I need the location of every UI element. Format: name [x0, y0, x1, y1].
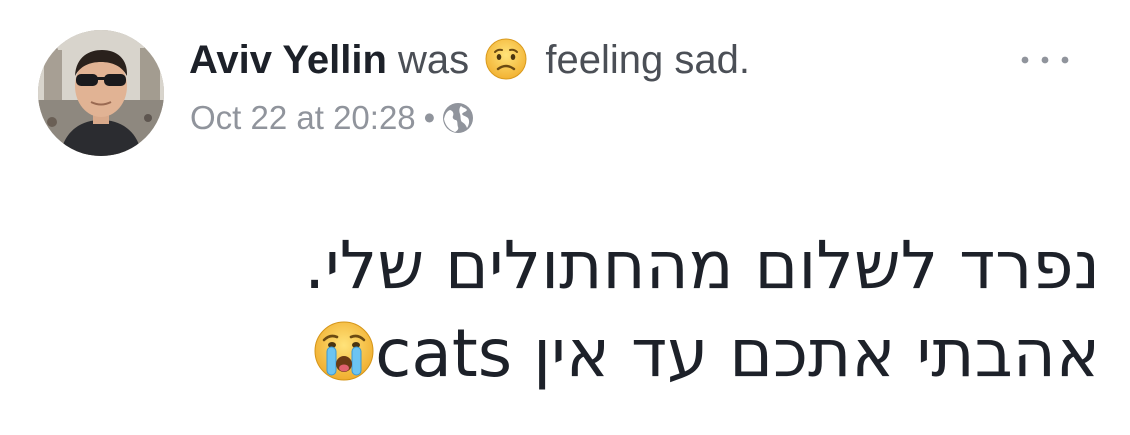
post-text-line-1: נפרד לשלום מהחתולים שלי.	[304, 227, 1100, 304]
more-options-button[interactable]	[1010, 44, 1080, 76]
post-text-line-2: אהבתי אתכם עד אין cats	[200, 310, 1100, 398]
activity-prefix: was	[398, 38, 470, 82]
post-timestamp[interactable]: Oct 22 at 20:28	[190, 99, 416, 136]
post-text-line-2-text: אהבתי אתכם עד אין cats	[375, 315, 1100, 392]
globe-icon[interactable]	[441, 101, 475, 135]
avatar-photo	[38, 30, 164, 156]
meta-separator: •	[423, 99, 436, 136]
post-body: נפרד לשלום מהחתולים שלי. אהבתי אתכם עד א…	[200, 222, 1100, 398]
author-name[interactable]: Aviv Yellin	[189, 38, 387, 82]
sad-face-emoji-icon	[484, 37, 528, 81]
avatar[interactable]	[38, 30, 164, 156]
activity-suffix[interactable]: feeling sad.	[545, 38, 750, 82]
post-meta: Oct 22 at 20:28 •	[190, 98, 475, 138]
crying-face-emoji-icon	[313, 316, 375, 381]
feed-post: Aviv Yellin was feeling sad. Oct 22 at 2…	[0, 0, 1130, 435]
post-header-line: Aviv Yellin was feeling sad.	[189, 36, 750, 84]
more-options-icon	[1021, 56, 1069, 64]
